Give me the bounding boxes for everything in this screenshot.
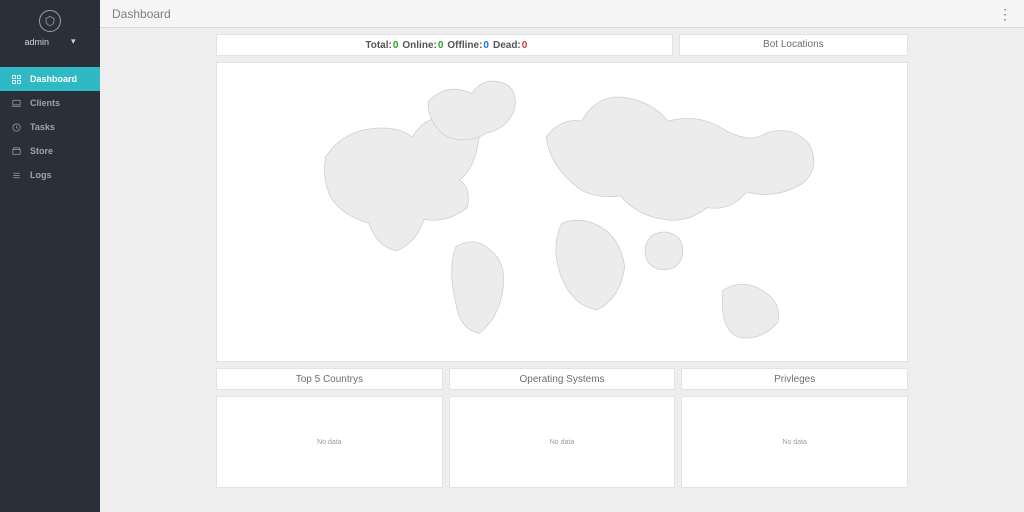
avatar-icon bbox=[39, 10, 61, 32]
sidebar-item-label: Store bbox=[30, 146, 53, 156]
sidebar: admin ▾ Dashboard Clients Ta bbox=[0, 0, 100, 512]
offline-label: Offline: bbox=[447, 40, 482, 51]
sidebar-item-dashboard[interactable]: Dashboard bbox=[0, 67, 100, 91]
profile-block: admin ▾ bbox=[0, 0, 100, 53]
store-icon bbox=[10, 146, 22, 157]
laptop-icon bbox=[10, 98, 22, 109]
sidebar-item-store[interactable]: Store bbox=[0, 139, 100, 163]
stats-card: Total: 0 Online: 0 Offline: 0 Dead: 0 bbox=[216, 34, 673, 56]
priv-body: No data bbox=[681, 396, 908, 488]
os-card: Operating Systems No data bbox=[449, 368, 676, 488]
header-bar: Dashboard ⋮ bbox=[100, 0, 1024, 28]
world-map-svg bbox=[234, 70, 890, 353]
countries-body: No data bbox=[216, 396, 443, 488]
clock-icon bbox=[10, 122, 22, 133]
username: admin bbox=[24, 37, 49, 47]
sidebar-item-logs[interactable]: Logs bbox=[0, 163, 100, 187]
profile-menu[interactable]: admin ▾ bbox=[8, 36, 92, 47]
countries-card: Top 5 Countrys No data bbox=[216, 368, 443, 488]
total-label: Total: bbox=[365, 40, 391, 51]
sidebar-item-label: Tasks bbox=[30, 122, 55, 132]
bottom-row: Top 5 Countrys No data Operating Systems… bbox=[216, 368, 908, 488]
content: Total: 0 Online: 0 Offline: 0 Dead: 0 Bo… bbox=[100, 28, 1024, 512]
dashboard-icon bbox=[10, 74, 22, 85]
top-row: Total: 0 Online: 0 Offline: 0 Dead: 0 Bo… bbox=[216, 34, 908, 56]
chevron-down-icon: ▾ bbox=[71, 36, 76, 47]
sidebar-item-label: Dashboard bbox=[30, 74, 77, 84]
more-menu-icon[interactable]: ⋮ bbox=[998, 7, 1012, 21]
locations-title: Bot Locations bbox=[680, 35, 907, 54]
sidebar-item-label: Logs bbox=[30, 170, 52, 180]
sidebar-item-label: Clients bbox=[30, 98, 60, 108]
sidebar-item-clients[interactable]: Clients bbox=[0, 91, 100, 115]
dead-label: Dead: bbox=[493, 40, 521, 51]
locations-card-head: Bot Locations bbox=[679, 34, 908, 56]
list-icon bbox=[10, 170, 22, 181]
priv-title: Privleges bbox=[681, 368, 908, 390]
world-map[interactable] bbox=[216, 62, 908, 362]
page-title: Dashboard bbox=[112, 7, 171, 21]
countries-title: Top 5 Countrys bbox=[216, 368, 443, 390]
online-label: Online: bbox=[402, 40, 436, 51]
priv-card: Privleges No data bbox=[681, 368, 908, 488]
online-value: 0 bbox=[438, 40, 444, 51]
main: Dashboard ⋮ Total: 0 Online: 0 Offline: … bbox=[100, 0, 1024, 512]
os-body: No data bbox=[449, 396, 676, 488]
sidebar-nav: Dashboard Clients Tasks Store bbox=[0, 67, 100, 187]
offline-value: 0 bbox=[483, 40, 489, 51]
sidebar-item-tasks[interactable]: Tasks bbox=[0, 115, 100, 139]
total-value: 0 bbox=[393, 40, 399, 51]
os-title: Operating Systems bbox=[449, 368, 676, 390]
dead-value: 0 bbox=[522, 40, 528, 51]
